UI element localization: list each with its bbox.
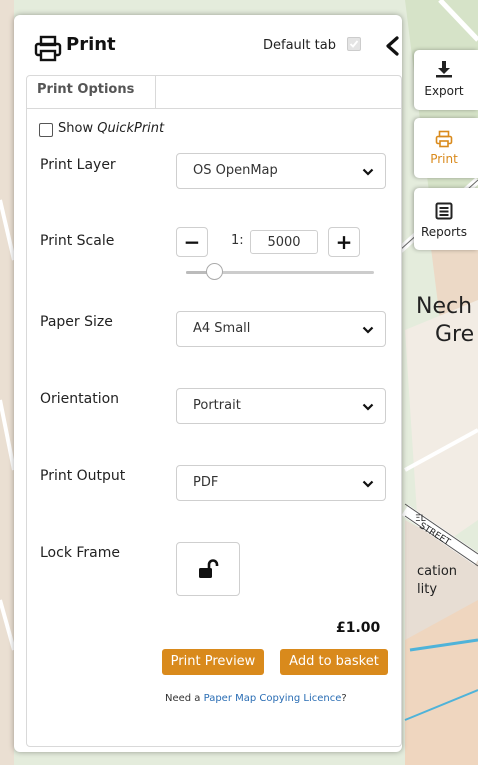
scale-ratio-prefix: 1: bbox=[231, 233, 244, 248]
orientation-value: Portrait bbox=[193, 398, 241, 413]
chevron-down-icon bbox=[362, 480, 374, 488]
quickprint-label-prefix: Show bbox=[58, 121, 98, 136]
scale-slider-handle[interactable] bbox=[205, 263, 223, 280]
print-layer-value: OS OpenMap bbox=[193, 163, 278, 178]
orientation-select[interactable]: Portrait bbox=[176, 388, 386, 424]
report-icon bbox=[435, 202, 453, 220]
licence-prefix: Need a bbox=[165, 693, 204, 704]
price-label: £1.00 bbox=[336, 620, 381, 636]
map-place-label: cation bbox=[417, 564, 458, 579]
download-icon bbox=[436, 61, 452, 78]
print-preview-button[interactable]: Print Preview bbox=[162, 649, 264, 675]
print-output-value: PDF bbox=[193, 475, 219, 490]
print-output-label: Print Output bbox=[40, 468, 126, 484]
printer-icon bbox=[435, 130, 453, 148]
map-road-label: ΞL bbox=[415, 514, 426, 524]
side-tab-reports[interactable]: Reports bbox=[414, 188, 478, 250]
print-layer-label: Print Layer bbox=[40, 157, 116, 173]
add-to-basket-button[interactable]: Add to basket bbox=[280, 649, 388, 675]
panel-title: Print bbox=[66, 34, 116, 55]
scale-increase-button[interactable]: + bbox=[328, 227, 360, 257]
print-scale-label: Print Scale bbox=[40, 233, 115, 249]
side-tab-label: Print bbox=[430, 152, 458, 166]
side-tab-print[interactable]: Print bbox=[414, 118, 478, 178]
tab-print-options-label: Print Options bbox=[37, 82, 135, 97]
scale-input[interactable] bbox=[250, 230, 318, 254]
paper-size-label: Paper Size bbox=[40, 314, 113, 330]
default-tab-checkbox[interactable] bbox=[347, 37, 361, 51]
print-output-select[interactable]: PDF bbox=[176, 465, 386, 501]
default-tab-label: Default tab bbox=[263, 38, 336, 53]
check-icon bbox=[349, 40, 359, 48]
chevron-down-icon bbox=[362, 168, 374, 176]
quickprint-checkbox[interactable] bbox=[39, 123, 53, 137]
printer-icon bbox=[34, 35, 62, 62]
side-tab-export[interactable]: Export bbox=[414, 50, 478, 110]
paper-size-value: A4 Small bbox=[193, 321, 251, 336]
scale-decrease-button[interactable]: − bbox=[176, 227, 208, 257]
licence-link[interactable]: Paper Map Copying Licence bbox=[204, 693, 342, 704]
unlock-icon bbox=[199, 559, 219, 578]
orientation-label: Orientation bbox=[40, 391, 120, 407]
paper-size-select[interactable]: A4 Small bbox=[176, 311, 386, 347]
map-place-label: Gre bbox=[435, 322, 475, 347]
licence-note: Need a Paper Map Copying Licence? bbox=[165, 693, 347, 704]
map-place-label: Nech bbox=[416, 294, 473, 319]
side-tab-label: Reports bbox=[420, 225, 468, 239]
map-place-label: lity bbox=[417, 582, 438, 597]
print-panel: Print Default tab Print Options Show Qui… bbox=[14, 15, 402, 752]
lock-frame-button[interactable] bbox=[176, 542, 240, 596]
lock-frame-label: Lock Frame bbox=[40, 545, 120, 561]
minus-icon: − bbox=[183, 230, 201, 254]
quickprint-label-brand: QuickPrint bbox=[97, 121, 165, 136]
print-layer-select[interactable]: OS OpenMap bbox=[176, 153, 386, 189]
collapse-chevron-left-icon[interactable] bbox=[383, 35, 403, 57]
licence-suffix: ? bbox=[341, 693, 347, 704]
chevron-down-icon bbox=[362, 326, 374, 334]
plus-icon: + bbox=[335, 230, 353, 254]
side-tab-label: Export bbox=[424, 84, 464, 98]
tab-divider bbox=[156, 108, 401, 109]
quickprint-label[interactable]: Show QuickPrint bbox=[58, 121, 164, 136]
chevron-down-icon bbox=[362, 403, 374, 411]
